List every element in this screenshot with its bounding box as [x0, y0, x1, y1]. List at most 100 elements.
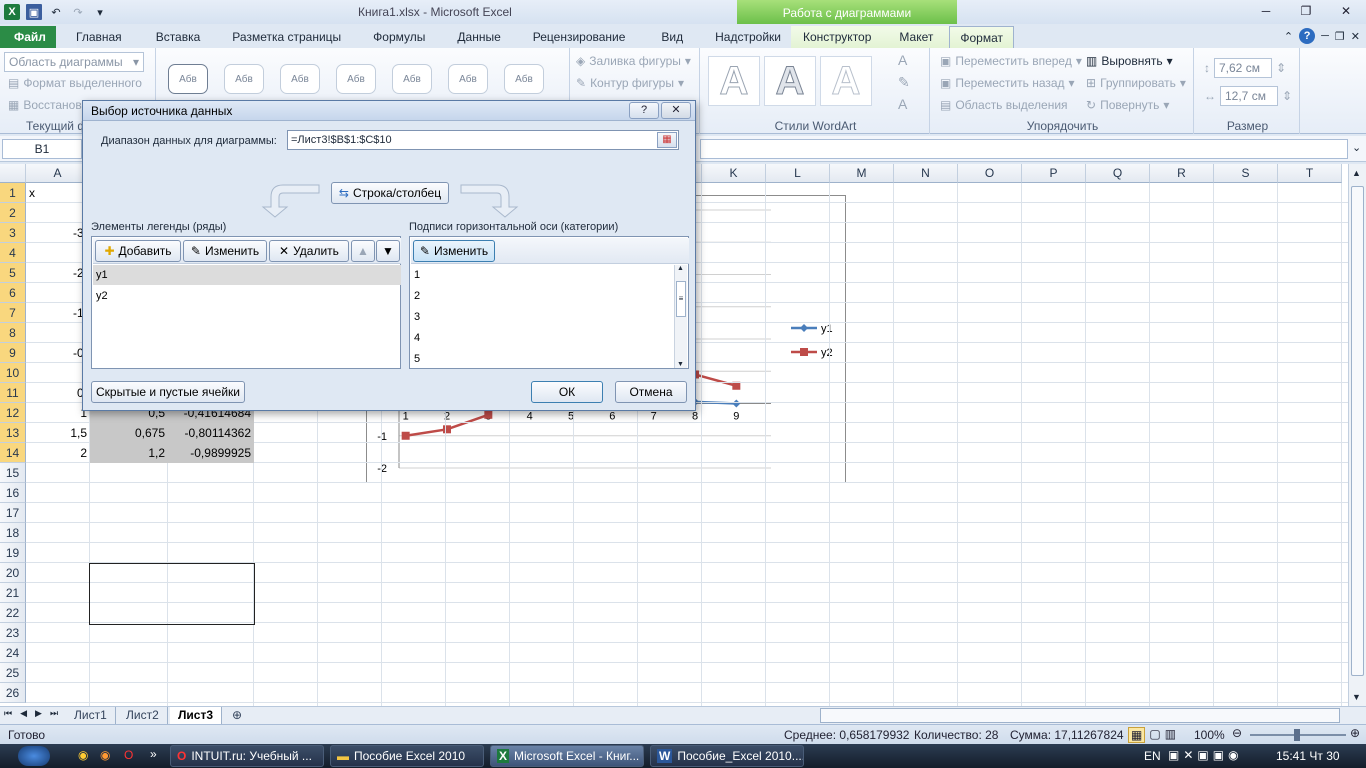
tab-review[interactable]: Рецензирование: [519, 26, 640, 48]
tab-home[interactable]: Главная: [56, 26, 142, 48]
spin-icon[interactable]: ⇕: [1276, 61, 1286, 75]
cell[interactable]: -0,9899925: [168, 443, 254, 463]
redo-icon[interactable]: ↷: [70, 4, 86, 20]
sheet-tab-1[interactable]: Лист1: [66, 707, 116, 724]
zoom-out-icon[interactable]: ⊖: [1232, 726, 1242, 740]
edit-axis-labels-button[interactable]: ✎ Изменить: [413, 240, 495, 262]
bring-forward-button[interactable]: ▣ Переместить вперед ▾: [940, 54, 1082, 68]
firefox-icon[interactable]: ◉: [100, 748, 110, 762]
row-header-5[interactable]: 5: [0, 263, 26, 283]
insert-sheet-icon[interactable]: ⊕: [224, 707, 250, 724]
cell[interactable]: -: [26, 243, 90, 263]
taskbar-item-browser[interactable]: O INTUIT.ru: Учебный ...: [170, 745, 324, 767]
shape-height-input[interactable]: 7,62 см: [1214, 58, 1272, 78]
restore-icon[interactable]: ❐: [1286, 0, 1326, 22]
column-header-q[interactable]: Q: [1086, 164, 1150, 183]
scroll-up-icon[interactable]: ▲: [677, 265, 684, 272]
dialog-help-icon[interactable]: ?: [629, 102, 659, 119]
excel-logo-icon[interactable]: X: [4, 4, 20, 20]
row-header-6[interactable]: 6: [0, 283, 26, 303]
column-header-o[interactable]: O: [958, 164, 1022, 183]
cancel-button[interactable]: Отмена: [615, 381, 687, 403]
text-fill-icon[interactable]: A: [898, 52, 907, 68]
series-item[interactable]: y2: [93, 286, 401, 306]
zoom-level[interactable]: 100%: [1194, 728, 1225, 742]
help-icon[interactable]: ?: [1299, 28, 1316, 44]
row-header-19[interactable]: 19: [0, 543, 26, 563]
cell[interactable]: -0,80114362: [168, 423, 254, 443]
next-sheet-icon[interactable]: ▶: [35, 708, 42, 719]
cell[interactable]: x: [26, 183, 90, 203]
row-header-18[interactable]: 18: [0, 523, 26, 543]
column-header-p[interactable]: P: [1022, 164, 1086, 183]
categories-scrollbar[interactable]: ▲ ≡ ▼: [674, 265, 687, 368]
tab-addins[interactable]: Надстройки: [705, 26, 791, 48]
category-item[interactable]: 5: [411, 349, 420, 369]
wordart-style-2[interactable]: A: [764, 56, 816, 106]
tab-layout[interactable]: Макет: [883, 26, 950, 48]
cell[interactable]: 2: [26, 443, 90, 463]
data-point-y1[interactable]: [732, 399, 741, 408]
move-up-icon[interactable]: ▲: [351, 240, 375, 262]
switch-row-column-button[interactable]: ⇆ Строка/столбец: [331, 182, 449, 204]
minimize-ribbon-icon[interactable]: ⌃: [1284, 30, 1293, 43]
tab-file[interactable]: Файл: [0, 26, 56, 48]
data-range-input[interactable]: =Лист3!$B$1:$C$10: [287, 130, 679, 150]
tray-icons[interactable]: ▣✕▣▣◉: [1168, 748, 1243, 762]
row-header-25[interactable]: 25: [0, 663, 26, 683]
hidden-empty-cells-button[interactable]: Скрытые и пустые ячейки: [91, 381, 245, 403]
cell[interactable]: 1: [26, 403, 90, 423]
format-selection-button[interactable]: ▤ Формат выделенного: [8, 76, 142, 90]
app-quicklaunch-icon[interactable]: ◉: [78, 748, 88, 762]
horizontal-scrollbar[interactable]: [820, 708, 1340, 723]
cell[interactable]: 0,: [26, 383, 90, 403]
cell[interactable]: -: [26, 283, 90, 303]
ok-button[interactable]: ОК: [531, 381, 603, 403]
data-point-y2[interactable]: [401, 431, 410, 440]
column-header-n[interactable]: N: [894, 164, 958, 183]
align-button[interactable]: ▥ Выровнять ▾: [1086, 54, 1173, 68]
cell[interactable]: [26, 363, 90, 383]
tab-format[interactable]: Формат: [949, 26, 1015, 48]
row-header-7[interactable]: 7: [0, 303, 26, 323]
column-header-t[interactable]: T: [1278, 164, 1342, 183]
shape-style-5[interactable]: Абв: [392, 64, 432, 94]
delete-series-button[interactable]: ✕ Удалить: [269, 240, 349, 262]
row-header-9[interactable]: 9: [0, 343, 26, 363]
cell[interactable]: -0,: [26, 343, 90, 363]
row-header-16[interactable]: 16: [0, 483, 26, 503]
scroll-down-icon[interactable]: ▼: [1352, 692, 1361, 702]
column-header-r[interactable]: R: [1150, 164, 1214, 183]
tab-formulas[interactable]: Формулы: [359, 26, 439, 48]
row-header-17[interactable]: 17: [0, 503, 26, 523]
move-down-icon[interactable]: ▼: [376, 240, 400, 262]
scroll-down-icon[interactable]: ▼: [677, 361, 684, 368]
row-header-12[interactable]: 12: [0, 403, 26, 423]
vertical-scrollbar[interactable]: ▲ ▼: [1348, 164, 1366, 706]
wordart-style-1[interactable]: A: [708, 56, 760, 106]
zoom-in-icon[interactable]: ⊕: [1350, 726, 1360, 740]
dialog-close-icon[interactable]: ✕: [661, 102, 691, 119]
normal-view-icon[interactable]: ▦: [1128, 727, 1146, 743]
column-header-l[interactable]: L: [766, 164, 830, 183]
shape-style-7[interactable]: Абв: [504, 64, 544, 94]
series-item[interactable]: y1: [93, 265, 401, 285]
row-header-15[interactable]: 15: [0, 463, 26, 483]
cell[interactable]: -2,: [26, 263, 90, 283]
first-sheet-icon[interactable]: ⏮: [4, 708, 12, 719]
doc-minimize-icon[interactable]: ─: [1321, 30, 1329, 42]
doc-close-icon[interactable]: ✕: [1351, 30, 1360, 43]
cell[interactable]: -: [26, 323, 90, 343]
more-quicklaunch-icon[interactable]: »: [150, 747, 157, 761]
row-header-14[interactable]: 14: [0, 443, 26, 463]
text-outline-icon[interactable]: ✎: [898, 74, 910, 91]
row-header-2[interactable]: 2: [0, 203, 26, 223]
text-effects-icon[interactable]: A: [898, 96, 907, 112]
row-header-23[interactable]: 23: [0, 623, 26, 643]
name-box[interactable]: B1: [2, 139, 82, 159]
cell[interactable]: -: [26, 203, 90, 223]
shape-fill-button[interactable]: ◈ Заливка фигуры ▾: [576, 54, 691, 68]
undo-icon[interactable]: ↶: [48, 4, 64, 20]
rotate-button[interactable]: ↻ Повернуть ▾: [1086, 98, 1169, 112]
opera-icon[interactable]: O: [124, 748, 133, 762]
